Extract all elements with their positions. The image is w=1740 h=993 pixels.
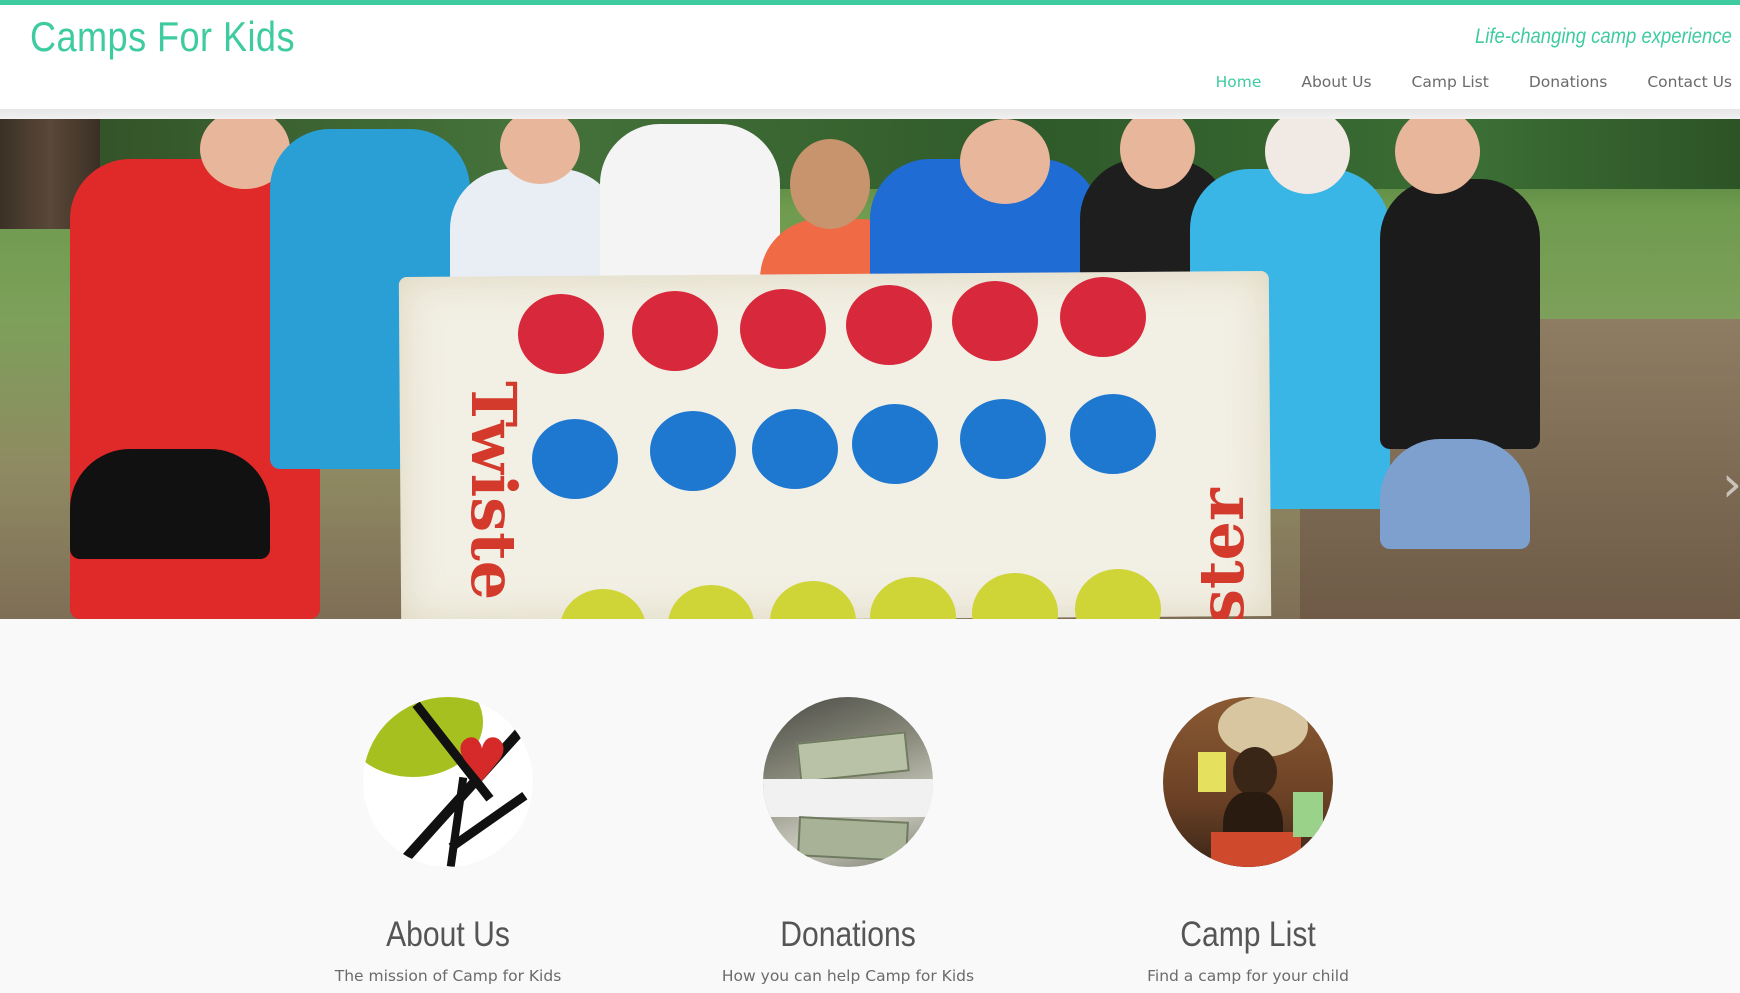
twister-dot-red <box>952 281 1038 361</box>
twister-dot-blue <box>960 399 1046 479</box>
feature-subtitle: Find a camp for your child <box>1147 967 1349 985</box>
site-header: Camps For Kids Life-changing camp experi… <box>0 5 1740 109</box>
twister-dot-blue <box>1070 394 1156 474</box>
nav-item-donations[interactable]: Donations <box>1529 73 1608 91</box>
nav-item-home[interactable]: Home <box>1216 73 1262 91</box>
hero-person-head <box>790 139 870 229</box>
dollar-bill <box>796 731 910 783</box>
feature-camp-list: Camp List Find a camp for your child <box>1048 697 1448 985</box>
heart-icon: ♥ <box>455 726 509 796</box>
nav-item-camp-list[interactable]: Camp List <box>1412 73 1489 91</box>
hero-person <box>1380 439 1530 549</box>
hero-person <box>600 124 780 284</box>
twister-dot-red <box>632 291 718 371</box>
twister-dot-blue <box>532 419 618 499</box>
feature-subtitle: How you can help Camp for Kids <box>721 967 975 985</box>
camper-shirt <box>1211 832 1301 867</box>
nav-item-about-us[interactable]: About Us <box>1301 73 1371 91</box>
hero-slider: Twiste ster › <box>0 119 1740 619</box>
feature-subtitle: The mission of Camp for Kids <box>334 967 562 985</box>
feature-title[interactable]: About Us <box>276 915 620 955</box>
camper-head <box>1233 747 1277 797</box>
campers-image[interactable] <box>1163 697 1333 867</box>
money-band <box>763 779 933 817</box>
money-image[interactable] <box>763 697 933 867</box>
twister-dot-blue <box>752 409 838 489</box>
twister-dot-red <box>846 285 932 365</box>
twister-dot-blue <box>852 404 938 484</box>
chevron-right-icon[interactable]: › <box>1722 449 1740 519</box>
site-tagline: Life-changing camp experience <box>1475 25 1732 48</box>
twister-dot-red <box>1060 277 1146 357</box>
hero-person <box>1380 179 1540 449</box>
twister-dot-red <box>518 294 604 374</box>
dollar-bill <box>797 816 909 862</box>
feature-donations: Donations How you can help Camp for Kids <box>648 697 1048 985</box>
house-heart-image[interactable]: ♥ <box>363 697 533 867</box>
features-section: ♥ About Us The mission of Camp for Kids … <box>0 619 1740 993</box>
twister-logo-left: Twiste <box>457 381 530 601</box>
site-title[interactable]: Camps For Kids <box>30 13 295 61</box>
camper-green-item <box>1293 792 1323 837</box>
hero-person <box>70 449 270 559</box>
feature-title[interactable]: Donations <box>676 915 1020 955</box>
twister-dot-red <box>740 289 826 369</box>
feature-about-us: ♥ About Us The mission of Camp for Kids <box>248 697 648 985</box>
main-nav: Home About Us Camp List Donations Contac… <box>1176 73 1732 91</box>
feature-title[interactable]: Camp List <box>1076 915 1420 955</box>
twister-dot-blue <box>650 411 736 491</box>
nav-item-contact-us[interactable]: Contact Us <box>1647 73 1732 91</box>
twister-logo-right: ster <box>1185 488 1258 619</box>
header-shadow <box>0 109 1740 119</box>
camper-sign <box>1198 752 1226 792</box>
hero-person-head <box>960 119 1050 204</box>
